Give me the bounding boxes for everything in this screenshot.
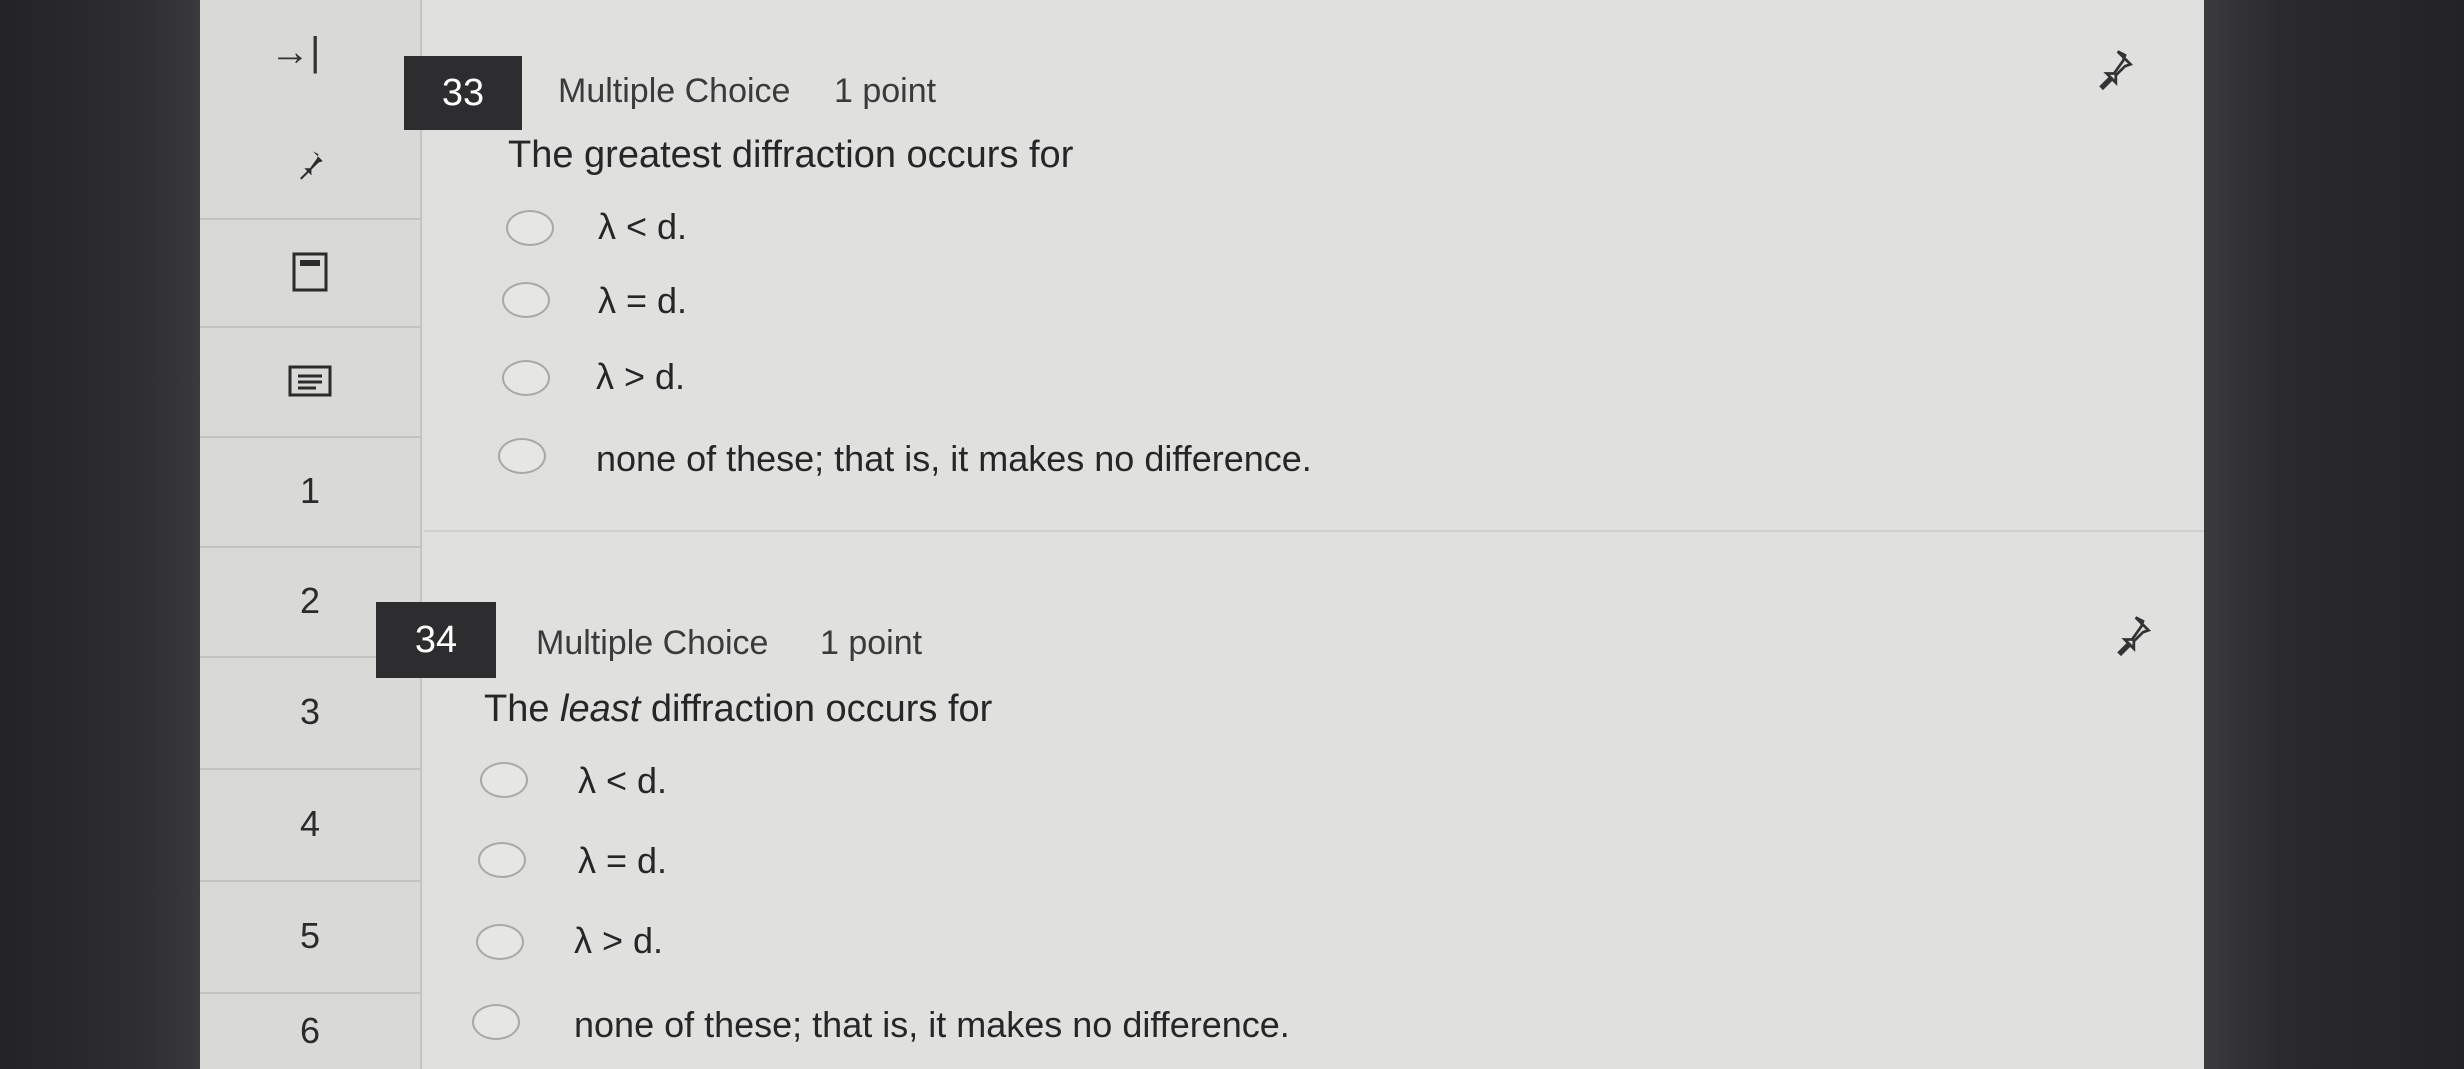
answer-radio[interactable] bbox=[502, 360, 550, 396]
answer-option-label[interactable]: λ > d. bbox=[596, 356, 685, 398]
answer-radio[interactable] bbox=[480, 762, 528, 798]
question-type: Multiple Choice bbox=[558, 72, 791, 110]
pin-icon bbox=[300, 151, 323, 180]
answer-option-label[interactable]: λ > d. bbox=[574, 920, 663, 962]
prompt-text-emphasis: least bbox=[560, 688, 641, 730]
question-number: 3 bbox=[299, 691, 321, 732]
answer-radio[interactable] bbox=[476, 924, 524, 960]
question-number-badge: 33 bbox=[404, 56, 522, 130]
collapse-sidebar-icon[interactable]: →| bbox=[270, 30, 320, 75]
question-points: 1 point bbox=[820, 624, 923, 662]
sidebar-item-question-5[interactable]: 5 bbox=[200, 880, 420, 994]
answer-radio[interactable] bbox=[502, 282, 550, 318]
pin-icon bbox=[2099, 50, 2134, 91]
sidebar-item-question-4[interactable]: 4 bbox=[200, 768, 420, 882]
answer-option-label[interactable]: λ = d. bbox=[598, 280, 687, 322]
question-number: 2 bbox=[299, 580, 321, 621]
pinned-questions-button[interactable] bbox=[200, 110, 420, 220]
prompt-text-start: The bbox=[484, 688, 561, 730]
monitor-bezel-left bbox=[0, 0, 200, 1069]
sidebar-item-question-6[interactable]: 6 bbox=[200, 992, 420, 1069]
question-prompt: The least diffraction occurs for bbox=[484, 688, 992, 731]
question-number-badge: 34 bbox=[376, 602, 496, 678]
pin-question-button[interactable] bbox=[2092, 46, 2136, 100]
question-points: 1 point bbox=[834, 72, 937, 110]
prompt-text-end: diffraction occurs for bbox=[640, 688, 993, 730]
calculator-icon bbox=[292, 252, 328, 292]
question-divider bbox=[424, 530, 2204, 532]
answer-radio[interactable] bbox=[498, 438, 546, 474]
question-number: 4 bbox=[299, 803, 321, 844]
question-number: 1 bbox=[299, 470, 321, 511]
question-prompt: The greatest diffraction occurs for bbox=[508, 134, 1074, 176]
answer-option-label[interactable]: none of these; that is, it makes no diff… bbox=[596, 438, 1312, 480]
notes-icon bbox=[288, 365, 332, 397]
question-number: 5 bbox=[299, 915, 321, 956]
question-type: Multiple Choice bbox=[536, 624, 769, 662]
answer-radio[interactable] bbox=[506, 210, 554, 246]
calculator-button[interactable] bbox=[200, 218, 420, 328]
answer-option-label[interactable]: λ < d. bbox=[598, 206, 687, 248]
sidebar-item-question-1[interactable]: 1 bbox=[200, 436, 420, 548]
answer-option-label[interactable]: none of these; that is, it makes no diff… bbox=[574, 1004, 1290, 1046]
pin-icon bbox=[2117, 616, 2152, 657]
answer-option-label[interactable]: λ < d. bbox=[578, 760, 667, 802]
monitor-bezel-right bbox=[2204, 0, 2464, 1069]
question-navigator-sidebar: 1 2 3 4 5 6 bbox=[200, 0, 422, 1069]
question-number: 6 bbox=[299, 1009, 321, 1051]
answer-radio[interactable] bbox=[472, 1004, 520, 1040]
answer-radio[interactable] bbox=[478, 842, 526, 878]
pin-question-button[interactable] bbox=[2110, 612, 2154, 666]
answer-option-label[interactable]: λ = d. bbox=[578, 840, 667, 882]
reference-sheet-button[interactable] bbox=[200, 326, 420, 438]
